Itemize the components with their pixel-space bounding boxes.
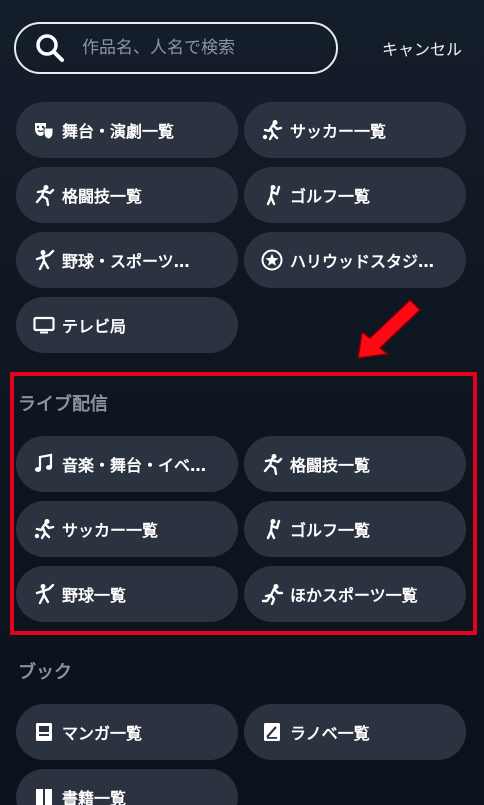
live-item-label: 野球一覧: [62, 586, 127, 605]
book-item-label: 書籍一覧: [62, 789, 127, 805]
live-item-martial-arts[interactable]: 格闘技一覧: [244, 436, 466, 492]
book-item-light-novel[interactable]: ラノベ一覧: [244, 704, 466, 760]
red-arrow-annotation: [357, 299, 421, 359]
books-icon: [32, 785, 56, 805]
light-novel-icon: [260, 720, 284, 744]
search-input[interactable]: [82, 38, 336, 58]
running-icon: [260, 582, 284, 606]
category-label: 野球・スポーツ…: [62, 252, 190, 271]
live-item-soccer[interactable]: サッカー一覧: [16, 501, 238, 557]
section-title-books: ブック: [18, 662, 72, 683]
soccer-player-icon: [260, 118, 284, 142]
book-item-books[interactable]: 書籍一覧: [16, 769, 238, 805]
screen: キャンセル 舞台・演劇一覧 サッカー一覧: [0, 0, 484, 805]
baseball-icon: [32, 248, 56, 272]
cancel-button[interactable]: キャンセル: [382, 36, 462, 60]
category-theater[interactable]: 舞台・演劇一覧: [16, 102, 238, 158]
martial-arts-icon: [260, 452, 284, 476]
category-martial-arts[interactable]: 格闘技一覧: [16, 167, 238, 223]
search-bar[interactable]: [14, 22, 338, 74]
star-badge-icon: [260, 248, 284, 272]
theater-masks-icon: [32, 118, 56, 142]
category-label: サッカー一覧: [290, 122, 387, 141]
live-item-other-sports[interactable]: ほかスポーツ一覧: [244, 566, 466, 622]
category-label: ゴルフ一覧: [290, 187, 371, 206]
music-note-icon: [32, 452, 56, 476]
book-item-label: マンガ一覧: [62, 724, 143, 743]
golf-icon: [260, 517, 284, 541]
category-label: 舞台・演劇一覧: [62, 122, 175, 141]
category-baseball-sports[interactable]: 野球・スポーツ…: [16, 232, 238, 288]
live-item-label: 格闘技一覧: [290, 456, 371, 475]
manga-book-icon: [32, 720, 56, 744]
category-label: 格闘技一覧: [62, 187, 143, 206]
martial-arts-icon: [32, 183, 56, 207]
book-item-label: ラノベ一覧: [290, 724, 370, 743]
live-item-label: 音楽・舞台・イベ…: [62, 456, 207, 475]
live-item-label: ほかスポーツ一覧: [290, 586, 418, 605]
live-item-label: ゴルフ一覧: [290, 521, 371, 540]
tv-icon: [32, 313, 56, 337]
search-icon: [30, 28, 70, 68]
section-title-live: ライブ配信: [18, 394, 108, 415]
golf-icon: [260, 183, 284, 207]
category-label: テレビ局: [62, 317, 127, 336]
live-item-music-stage-event[interactable]: 音楽・舞台・イベ…: [16, 436, 238, 492]
category-golf[interactable]: ゴルフ一覧: [244, 167, 466, 223]
soccer-player-icon: [32, 517, 56, 541]
book-item-manga[interactable]: マンガ一覧: [16, 704, 238, 760]
category-label: ハリウッドスタジ…: [290, 252, 435, 271]
live-item-golf[interactable]: ゴルフ一覧: [244, 501, 466, 557]
category-soccer[interactable]: サッカー一覧: [244, 102, 466, 158]
baseball-icon: [32, 582, 56, 606]
live-item-baseball[interactable]: 野球一覧: [16, 566, 238, 622]
category-hollywood-studio[interactable]: ハリウッドスタジ…: [244, 232, 466, 288]
category-tv-station[interactable]: テレビ局: [16, 297, 238, 353]
live-item-label: サッカー一覧: [62, 521, 159, 540]
